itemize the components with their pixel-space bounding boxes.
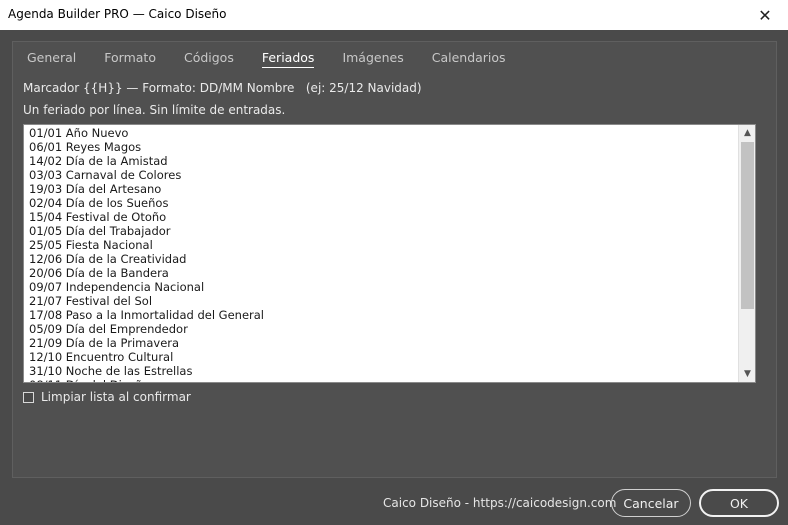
- feriado-line: 19/03 Día del Artesano: [29, 182, 162, 196]
- tab-bar: General Formato Códigos Feriados Imágene…: [27, 50, 534, 68]
- cancel-button[interactable]: Cancelar: [611, 489, 691, 517]
- scroll-thumb[interactable]: [741, 142, 754, 309]
- feriado-line: 01/01 Año Nuevo: [29, 126, 129, 140]
- feriado-line: 12/06 Día de la Creatividad: [29, 252, 187, 266]
- feriado-line: 25/05 Fiesta Nacional: [29, 238, 153, 252]
- feriado-line: 01/05 Día del Trabajador: [29, 224, 171, 238]
- tab-calendarios[interactable]: Calendarios: [432, 50, 506, 68]
- clear-list-label: Limpiar lista al confirmar: [41, 390, 191, 404]
- close-icon[interactable]: ✕: [742, 0, 788, 30]
- feriados-textarea[interactable]: 01/01 Año Nuevo 06/01 Reyes Magos 14/02 Dí…: [23, 124, 756, 383]
- feriado-line: 15/04 Festival de Otoño: [29, 210, 167, 224]
- feriado-line: 14/02 Día de la Amistad: [29, 154, 168, 168]
- tab-general[interactable]: General: [27, 50, 76, 68]
- feriado-line: 05/09 Día del Emprendedor: [29, 322, 188, 336]
- feriados-lines: 01/01 Año Nuevo 06/01 Reyes Magos 14/02 Dí…: [29, 126, 735, 382]
- feriado-line: 08/11 Día del Diseño: [29, 378, 735, 382]
- ok-button[interactable]: OK: [699, 489, 779, 517]
- entries-hint: Un feriado por línea. Sin límite de entr…: [23, 103, 286, 117]
- credit-text: Caico Diseño - https://caicodesign.com: [383, 496, 617, 510]
- tab-formato[interactable]: Formato: [104, 50, 156, 68]
- scroll-down-icon[interactable]: ▼: [739, 366, 755, 382]
- marker-info: Marcador {{H}} — Formato: DD/MM Nombre (…: [23, 81, 422, 95]
- clear-list-checkbox[interactable]: [23, 391, 34, 403]
- feriado-line: 12/10 Encuentro Cultural: [29, 350, 174, 364]
- feriado-line: 06/01 Reyes Magos: [29, 140, 142, 154]
- tab-feriados[interactable]: Feriados: [261, 50, 315, 68]
- window-title: Agenda Builder PRO — Caico Diseño: [8, 7, 227, 21]
- scroll-up-icon[interactable]: ▲: [739, 125, 755, 141]
- feriado-line: 09/07 Independencia Nacional: [29, 280, 205, 294]
- feriado-line: 31/10 Noche de las Estrellas: [29, 364, 193, 378]
- clear-list-option[interactable]: Limpiar lista al confirmar: [23, 390, 191, 404]
- tab-imagenes[interactable]: Imágenes: [342, 50, 403, 68]
- feriado-line: 17/08 Paso a la Inmortalidad del General: [29, 308, 264, 322]
- feriado-line: 02/04 Día de los Sueños: [29, 196, 169, 210]
- tab-codigos[interactable]: Códigos: [184, 50, 234, 68]
- main-panel: General Formato Códigos Feriados Imágene…: [12, 41, 777, 478]
- feriado-line: 21/07 Festival del Sol: [29, 294, 153, 308]
- title-bar: Agenda Builder PRO — Caico Diseño ✕: [0, 0, 788, 30]
- feriado-line: 03/03 Carnaval de Colores: [29, 168, 182, 182]
- feriado-line: 21/09 Día de la Primavera: [29, 336, 180, 350]
- vertical-scrollbar[interactable]: ▲ ▼: [738, 125, 755, 382]
- feriado-line: 20/06 Día de la Bandera: [29, 266, 169, 280]
